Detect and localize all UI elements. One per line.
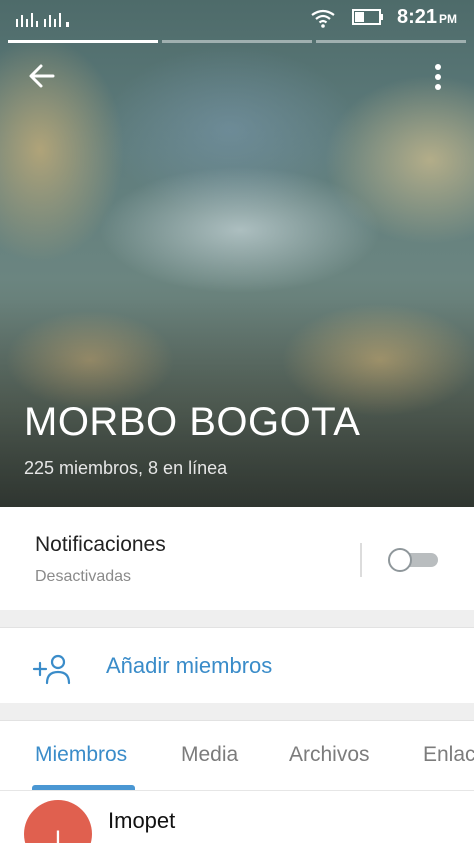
- back-arrow-icon[interactable]: [26, 60, 58, 92]
- group-header-photo[interactable]: 8:21 PM MORBO BOGOTA 225 miembros, 8 en l…: [0, 0, 474, 507]
- tab-members[interactable]: Miembros: [35, 743, 127, 767]
- notifications-status: Desactivadas: [35, 568, 132, 585]
- add-members-button[interactable]: Añadir miembros: [0, 628, 474, 703]
- add-members-label: Añadir miembros: [106, 653, 273, 678]
- story-progress-segment: [8, 40, 158, 43]
- group-member-count: 225 miembros, 8 en línea: [24, 458, 228, 478]
- notifications-label: Notificaciones: [35, 533, 166, 556]
- avatar-initial: I: [54, 826, 62, 843]
- more-vert-icon[interactable]: [424, 62, 452, 92]
- status-clock: 8:21 PM: [397, 6, 457, 29]
- vertical-divider: [360, 543, 362, 577]
- status-bar: 8:21 PM: [0, 0, 474, 38]
- tab-files[interactable]: Archivos: [289, 743, 370, 767]
- tab-links[interactable]: Enlaces: [423, 743, 474, 767]
- avatar: I: [24, 800, 92, 843]
- notifications-row[interactable]: Notificaciones Desactivadas: [0, 507, 474, 610]
- clock-ampm: PM: [439, 12, 458, 26]
- tab-media[interactable]: Media: [181, 743, 238, 767]
- toggle-thumb: [388, 548, 412, 572]
- active-tab-indicator: [32, 785, 135, 790]
- media-tabs: Miembros Media Archivos Enlaces: [0, 721, 474, 791]
- clock-time: 8:21: [397, 6, 438, 28]
- notifications-toggle[interactable]: [388, 548, 438, 572]
- wifi-icon: [311, 9, 335, 28]
- member-name: Imopet: [108, 808, 176, 833]
- signal-icon: [16, 13, 69, 27]
- section-separator: [0, 610, 474, 628]
- add-member-icon: [32, 654, 71, 685]
- battery-icon: [352, 9, 383, 25]
- group-title: MORBO BOGOTA: [24, 400, 361, 444]
- section-separator: [0, 703, 474, 721]
- story-progress-segment: [162, 40, 312, 43]
- list-item[interactable]: I Imopet: [0, 791, 474, 843]
- story-progress-segment: [316, 40, 466, 43]
